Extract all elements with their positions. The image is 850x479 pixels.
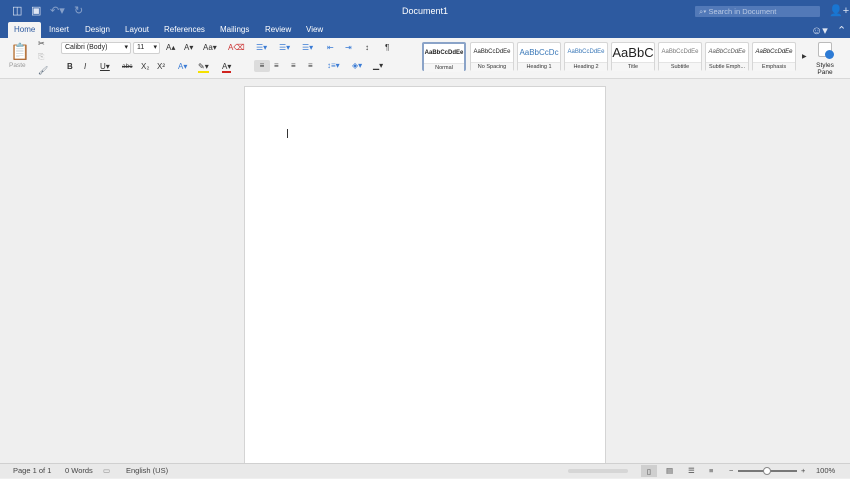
text-effects-icon[interactable]: A▾	[178, 61, 187, 73]
progress-track	[568, 469, 628, 473]
italic-button[interactable]: I	[84, 61, 86, 73]
text-cursor	[287, 129, 288, 138]
search-placeholder: Search in Document	[708, 7, 777, 16]
shading-icon[interactable]: ◈▾	[352, 60, 362, 72]
style-subtle-emphasis[interactable]: AaBbCcDdEe Subtle Emph...	[705, 42, 749, 71]
zoom-slider[interactable]	[738, 467, 797, 475]
styles-more-arrow-icon[interactable]: ▶	[802, 51, 807, 63]
ribbon: 📋 Paste ✂ ⎘ 🖌 Calibri (Body) ▾ 11 ▾ A▴ A▾ …	[0, 38, 850, 79]
zoom-out-button[interactable]: −	[729, 464, 733, 478]
print-layout-view-icon[interactable]: ▯	[641, 465, 657, 477]
style-no-spacing[interactable]: AaBbCcDdEe No Spacing	[470, 42, 514, 71]
font-name-value: Calibri (Body)	[65, 44, 108, 51]
numbering-icon[interactable]: ☰▾	[279, 42, 290, 54]
proofing-icon[interactable]: ▭	[103, 464, 110, 478]
style-preview: AaBbCcDdEe	[567, 49, 605, 55]
shrink-font-icon[interactable]: A▾	[184, 42, 193, 54]
font-name-select[interactable]: Calibri (Body) ▾	[61, 42, 131, 54]
tab-view[interactable]: View	[300, 22, 329, 38]
grow-font-icon[interactable]: A▴	[166, 42, 175, 54]
decrease-indent-icon[interactable]: ⇤	[327, 42, 334, 54]
subscript-button[interactable]: X₂	[141, 61, 149, 73]
style-title[interactable]: AaBbC Title	[611, 42, 655, 71]
style-preview: AaBbCcDdEe	[424, 50, 464, 56]
underline-button[interactable]: U▾	[100, 61, 110, 73]
bold-button[interactable]: B	[67, 61, 73, 73]
outline-view-icon[interactable]: ☰	[688, 464, 695, 478]
word-count[interactable]: 0 Words	[65, 464, 93, 478]
align-right-button[interactable]: ≡	[291, 60, 296, 72]
style-label: Heading 1	[518, 62, 560, 71]
style-preview: AaBbCcDc	[519, 48, 559, 57]
tab-mailings[interactable]: Mailings	[214, 22, 255, 38]
style-heading-2[interactable]: AaBbCcDdEe Heading 2	[564, 42, 608, 71]
change-case-icon[interactable]: Aa▾	[203, 42, 217, 54]
tab-layout[interactable]: Layout	[119, 22, 155, 38]
status-bar: Page 1 of 1 0 Words ▭ English (US) ▯ ▤ ☰…	[0, 463, 850, 478]
format-painter-icon[interactable]: 🖌	[38, 65, 48, 77]
style-label: Title	[612, 62, 654, 71]
borders-icon[interactable]: ▁▾	[373, 60, 383, 72]
style-label: Heading 2	[565, 62, 607, 71]
align-left-button[interactable]: ≡	[254, 60, 270, 72]
zoom-in-button[interactable]: +	[801, 464, 805, 478]
document-page[interactable]	[244, 86, 606, 466]
line-spacing-icon[interactable]: ↕≡▾	[327, 60, 340, 72]
cut-icon[interactable]: ✂	[38, 38, 45, 50]
justify-button[interactable]: ≡	[308, 60, 313, 72]
paste-label: Paste	[9, 62, 26, 69]
web-layout-view-icon[interactable]: ▤	[666, 464, 673, 478]
style-normal[interactable]: AaBbCcDdEe Normal	[422, 42, 466, 72]
paste-icon[interactable]: 📋	[10, 42, 30, 62]
show-formatting-icon[interactable]: ¶	[385, 42, 389, 54]
style-heading-1[interactable]: AaBbCcDc Heading 1	[517, 42, 561, 71]
style-emphasis[interactable]: AaBbCcDdEe Emphasis	[752, 42, 796, 71]
style-label: Normal	[424, 63, 464, 72]
search-input[interactable]: ⌕▾ Search in Document	[695, 6, 820, 17]
style-preview: AaBbCcDdEe	[708, 49, 746, 55]
tab-review[interactable]: Review	[259, 22, 297, 38]
font-size-select[interactable]: 11 ▾	[133, 42, 160, 54]
style-label: No Spacing	[471, 62, 513, 71]
styles-pane-icon[interactable]	[818, 42, 834, 59]
title-bar: ◫ ▣ ↶▾ ↻ Document1 ⌕▾ Search in Document…	[0, 0, 850, 38]
feedback-smiley-icon[interactable]: ☺▾	[811, 24, 828, 37]
style-subtitle[interactable]: AaBbCcDdEe Subtitle	[658, 42, 702, 71]
tab-home[interactable]: Home	[8, 22, 42, 38]
styles-pane-button[interactable]: Styles Pane	[812, 62, 838, 76]
collapse-ribbon-icon[interactable]: ⌃	[837, 24, 846, 37]
share-user-icon[interactable]: 👤+	[829, 4, 849, 17]
tab-design[interactable]: Design	[79, 22, 116, 38]
copy-icon[interactable]: ⎘	[38, 51, 44, 63]
style-label: Subtle Emph...	[706, 62, 748, 71]
style-label: Emphasis	[753, 62, 795, 71]
tab-insert[interactable]: Insert	[43, 22, 75, 38]
bullets-icon[interactable]: ☰▾	[256, 42, 267, 54]
superscript-button[interactable]: X²	[157, 61, 165, 73]
zoom-level[interactable]: 100%	[816, 464, 835, 478]
style-preview: AaBbCcDdEe	[473, 49, 511, 55]
font-size-value: 11	[137, 44, 145, 51]
align-center-button[interactable]: ≡	[274, 60, 279, 72]
multilevel-list-icon[interactable]: ☰▾	[302, 42, 313, 54]
increase-indent-icon[interactable]: ⇥	[345, 42, 352, 54]
style-preview: AaBbC	[612, 45, 654, 60]
highlight-icon[interactable]: ✎▾	[198, 61, 209, 73]
style-label: Subtitle	[659, 62, 701, 71]
strikethrough-button[interactable]: abc	[122, 61, 132, 73]
sort-icon[interactable]: ↕	[365, 42, 369, 54]
page-count[interactable]: Page 1 of 1	[13, 464, 51, 478]
style-preview: AaBbCcDdEe	[661, 49, 699, 55]
language[interactable]: English (US)	[126, 464, 168, 478]
draft-view-icon[interactable]: ≡	[709, 464, 713, 478]
style-preview: AaBbCcDdEe	[755, 49, 793, 55]
clear-formatting-icon[interactable]: A⌫	[228, 42, 245, 54]
font-color-icon[interactable]: A▾	[222, 61, 232, 73]
tab-references[interactable]: References	[158, 22, 211, 38]
